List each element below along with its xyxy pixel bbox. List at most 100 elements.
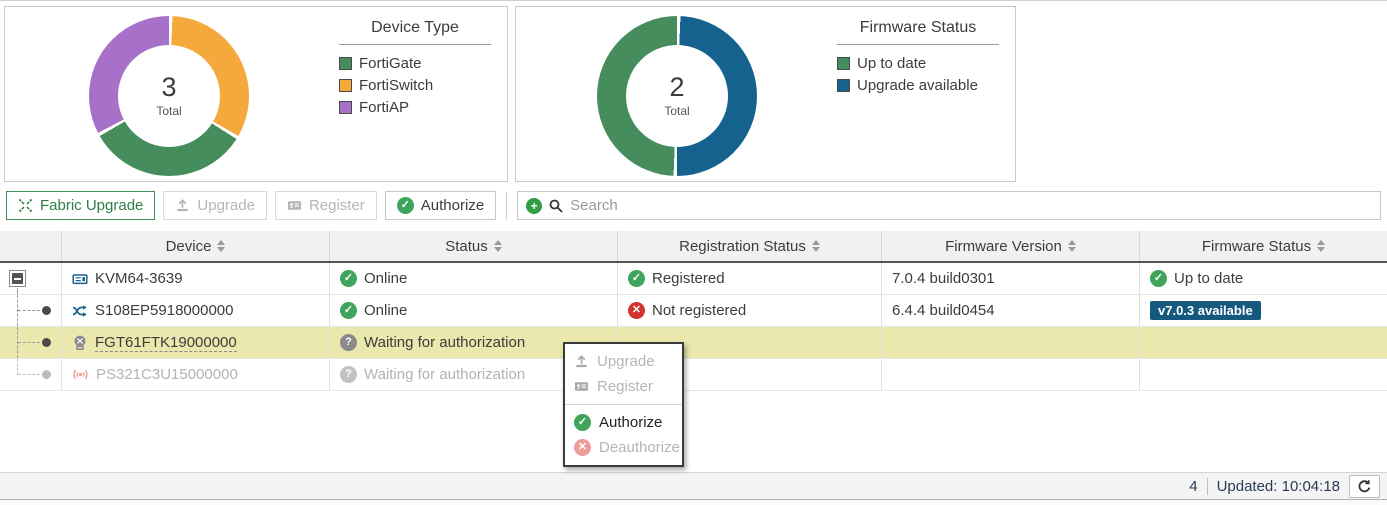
check-circle-icon: ✓ [340, 302, 357, 319]
device-cell: FGT61FTK19000000 [62, 327, 330, 358]
collapse-toggle[interactable] [9, 270, 26, 287]
firmware-status-cell: v7.0.3 available [1140, 295, 1387, 326]
search-icon [549, 199, 563, 213]
table-row-selected[interactable]: FGT61FTK19000000 ? Waiting for authoriza… [0, 327, 1387, 359]
legend-label: Up to date [857, 55, 926, 72]
refresh-icon [1357, 479, 1372, 494]
status-text: Waiting for authorization [364, 366, 525, 383]
table-empty-area [0, 391, 1387, 472]
column-label: Device [166, 238, 212, 255]
bottom-strip [0, 500, 1387, 505]
column-header-firmware-version[interactable]: Firmware Version [882, 231, 1140, 261]
add-filter-icon[interactable]: + [526, 198, 542, 214]
legend-swatch [339, 57, 352, 70]
status-cell: ✓ Online [330, 263, 618, 294]
column-header-status[interactable]: Status [330, 231, 618, 261]
context-menu-item-upgrade[interactable]: Upgrade [565, 349, 682, 374]
column-label: Status [445, 238, 488, 255]
firmware-status-cell [1140, 359, 1387, 390]
status-text: Online [364, 270, 407, 287]
fabric-icon [18, 198, 33, 213]
donut-total-label: Total [156, 104, 181, 118]
tree-bullet [42, 306, 51, 315]
firmware-version-cell: 7.0.4 build0301 [882, 263, 1140, 294]
context-menu-separator [565, 404, 682, 405]
device-name-link[interactable]: FGT61FTK19000000 [95, 334, 237, 352]
status-text: Waiting for authorization [364, 334, 525, 351]
context-menu-item-deauthorize[interactable]: ✕ Deauthorize [565, 435, 682, 460]
device-cell: PS321C3U15000000 [62, 359, 330, 390]
updated-timestamp: Updated: 10:04:18 [1217, 478, 1340, 495]
legend-swatch [339, 101, 352, 114]
sort-icon [494, 240, 502, 252]
firmware-status-cell: ✓ Up to date [1140, 263, 1387, 294]
legend-title: Device Type [339, 19, 491, 45]
register-button[interactable]: Register [275, 191, 377, 220]
fabric-upgrade-button[interactable]: Fabric Upgrade [6, 191, 155, 220]
donut-center: 3 Total [118, 45, 220, 147]
device-name-link[interactable]: S108EP5918000000 [95, 302, 233, 319]
x-circle-icon: ✕ [574, 439, 591, 456]
legend-items: Up to date Upgrade available [837, 55, 999, 94]
legend-item-upgrade-available: Upgrade available [837, 77, 999, 94]
upgrade-button[interactable]: Upgrade [163, 191, 267, 220]
check-circle-icon: ✓ [628, 270, 645, 287]
firmware-version-cell: 6.4.4 build0454 [882, 295, 1140, 326]
legend-swatch [837, 57, 850, 70]
column-header-firmware-status[interactable]: Firmware Status [1140, 231, 1387, 261]
status-bar: 4 Updated: 10:04:18 [0, 472, 1387, 500]
legend-swatch [837, 79, 850, 92]
column-label: Firmware Version [945, 238, 1062, 255]
legend-item-up-to-date: Up to date [837, 55, 999, 72]
registration-text: Registered [652, 270, 725, 287]
authorize-button[interactable]: ✓ Authorize [385, 191, 496, 220]
fabric-upgrade-label: Fabric Upgrade [40, 197, 143, 214]
column-label: Registration Status [679, 238, 806, 255]
device-manager-page: 3 Total Device Type FortiGate FortiSwitc… [0, 0, 1387, 505]
donut-total-value: 2 [669, 74, 684, 101]
register-label: Register [309, 197, 365, 214]
table-row[interactable]: KVM64-3639 ✓ Online ✓ Registered 7.0.4 b… [0, 263, 1387, 295]
search-input[interactable] [570, 197, 1372, 214]
device-type-panel: 3 Total Device Type FortiGate FortiSwitc… [4, 6, 508, 182]
registration-text: Not registered [652, 302, 746, 319]
donut-total-label: Total [664, 104, 689, 118]
column-label: Firmware Status [1202, 238, 1311, 255]
tree-cell [0, 327, 62, 358]
menu-item-label: Register [597, 378, 653, 395]
device-name-link[interactable]: PS321C3U15000000 [96, 366, 238, 383]
column-header-device[interactable]: Device [62, 231, 330, 261]
column-header-registration-status[interactable]: Registration Status [618, 231, 882, 261]
refresh-button[interactable] [1349, 475, 1380, 498]
check-circle-icon: ✓ [397, 197, 414, 214]
tree-branch [18, 310, 40, 311]
firmware-status-cell [1140, 327, 1387, 358]
menu-item-label: Upgrade [597, 353, 655, 370]
legend-swatch [339, 79, 352, 92]
device-type-donut-chart: 3 Total [89, 16, 249, 176]
tree-branch [18, 342, 40, 343]
context-menu-item-register[interactable]: Register [565, 374, 682, 399]
table-row[interactable]: S108EP5918000000 ✓ Online ✕ Not register… [0, 295, 1387, 327]
check-circle-icon: ✓ [574, 414, 591, 431]
legend-items: FortiGate FortiSwitch FortiAP [339, 55, 491, 116]
context-menu-item-authorize[interactable]: ✓ Authorize [565, 410, 682, 435]
tree-line [17, 288, 18, 294]
question-circle-icon: ? [340, 334, 357, 351]
firmware-status-panel: 2 Total Firmware Status Up to date Upgra… [515, 6, 1016, 182]
device-name-link[interactable]: KVM64-3639 [95, 270, 183, 287]
upgrade-available-badge: v7.0.3 available [1150, 301, 1261, 320]
status-bar-separator [1207, 478, 1208, 495]
row-count: 4 [1189, 478, 1197, 495]
fortigate-waiting-icon [72, 335, 88, 351]
device-type-legend: Device Type FortiGate FortiSwitch FortiA… [339, 19, 491, 121]
donut-center: 2 Total [626, 45, 728, 147]
question-circle-icon: ? [340, 366, 357, 383]
firmware-status-text: Up to date [1174, 270, 1243, 287]
legend-label: FortiAP [359, 99, 409, 116]
check-circle-icon: ✓ [340, 270, 357, 287]
registration-cell: ✓ Registered [618, 263, 882, 294]
check-circle-icon: ✓ [1150, 270, 1167, 287]
table-row[interactable]: PS321C3U15000000 ? Waiting for authoriza… [0, 359, 1387, 391]
toolbar-separator [506, 192, 507, 220]
